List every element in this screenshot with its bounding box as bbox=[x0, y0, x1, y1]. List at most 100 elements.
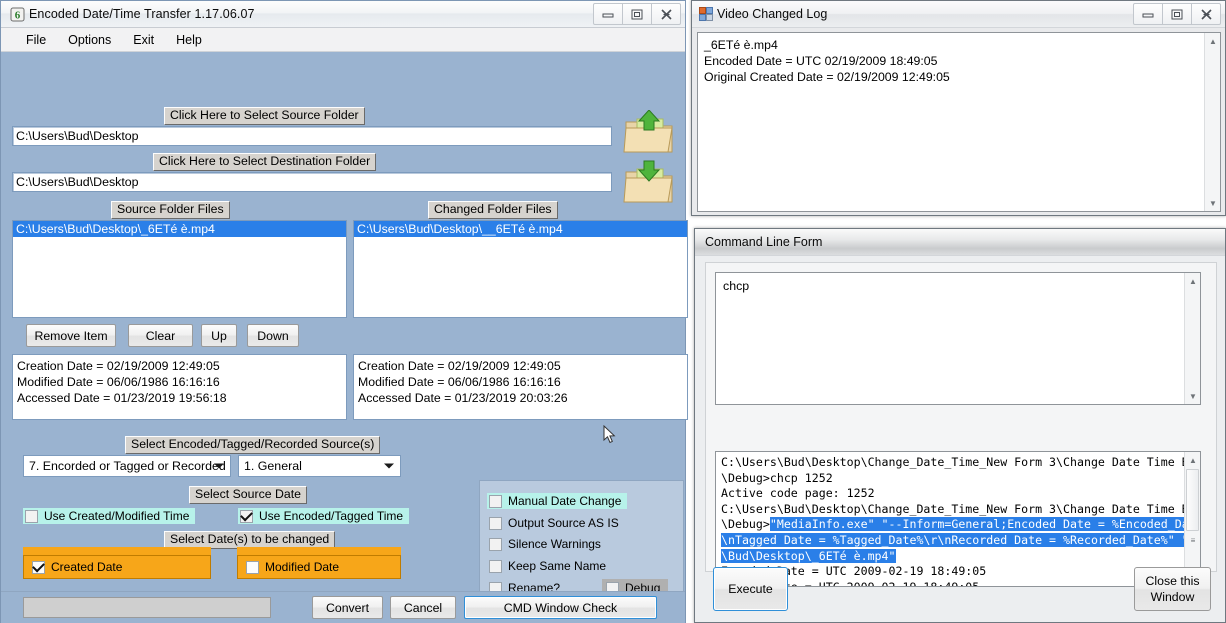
main-menubar: File Options Exit Help bbox=[1, 28, 685, 52]
main-body: Click Here to Select Source Folder C:\Us… bbox=[1, 52, 688, 623]
output-source-as-is-checkbox[interactable]: Output Source AS IS bbox=[487, 515, 625, 531]
main-titlebar[interactable]: 6 Encoded Date/Time Transfer 1.17.06.07 bbox=[1, 1, 685, 28]
command-input-value: chcp bbox=[723, 279, 750, 293]
console-line: C:\Users\Bud\Desktop\Change_Date_Time_Ne… bbox=[721, 455, 1201, 469]
select-destination-folder-button[interactable]: Click Here to Select Destination Folder bbox=[153, 153, 377, 171]
keep-same-name-label: Keep Same Name bbox=[508, 559, 607, 573]
close-this-window-button[interactable]: Close this Window bbox=[1134, 567, 1211, 611]
console-output-textarea[interactable]: C:\Users\Bud\Desktop\Change_Date_Time_Ne… bbox=[715, 451, 1201, 587]
close-button-line2: Window bbox=[1150, 590, 1195, 604]
changed-modified-date: Modified Date = 06/06/1986 16:16:16 bbox=[358, 375, 561, 389]
command-input-textarea[interactable]: chcp ▲ ▼ bbox=[715, 272, 1201, 405]
log-line: Encoded Date = UTC 02/19/2009 18:49:05 bbox=[704, 54, 938, 68]
menu-help[interactable]: Help bbox=[165, 32, 213, 48]
checkbox-icon[interactable] bbox=[489, 516, 502, 530]
checkbox-icon[interactable] bbox=[32, 560, 45, 574]
output-source-as-is-label: Output Source AS IS bbox=[508, 516, 619, 530]
keep-same-name-checkbox[interactable]: Keep Same Name bbox=[487, 558, 612, 574]
maximize-icon[interactable] bbox=[622, 3, 652, 25]
up-button[interactable]: Up bbox=[201, 324, 237, 347]
scroll-up-icon[interactable]: ▲ bbox=[1185, 273, 1200, 289]
checkbox-icon[interactable] bbox=[489, 559, 502, 573]
scroll-down-icon[interactable]: ▼ bbox=[1185, 388, 1200, 404]
command-window-title: Command Line Form bbox=[705, 235, 823, 249]
select-source-folder-button[interactable]: Click Here to Select Source Folder bbox=[164, 107, 365, 125]
destination-folder-down-icon[interactable] bbox=[623, 160, 675, 209]
close-icon[interactable] bbox=[1191, 3, 1221, 25]
list-item[interactable]: C:\Users\Bud\Desktop\__6ETé è.mp4 bbox=[354, 221, 687, 237]
scroll-up-icon[interactable]: ▲ bbox=[1205, 33, 1220, 49]
log-textarea[interactable]: _6ETé è.mp4 Encoded Date = UTC 02/19/200… bbox=[697, 32, 1221, 212]
minimize-icon[interactable] bbox=[593, 3, 623, 25]
use-created-modified-time-label: Use Created/Modified Time bbox=[44, 509, 190, 523]
source-folder-path-input[interactable]: C:\Users\Bud\Desktop bbox=[12, 126, 612, 146]
select-source-date-label[interactable]: Select Source Date bbox=[189, 486, 307, 504]
checkbox-icon[interactable] bbox=[489, 537, 502, 551]
console-vertical-scrollbar[interactable]: ▲ ≡ ▼ bbox=[1184, 452, 1200, 586]
minimize-icon[interactable] bbox=[1133, 3, 1163, 25]
console-line-selected: \Bud\Desktop\_6ETé è.mp4" bbox=[721, 548, 896, 563]
menu-options[interactable]: Options bbox=[57, 32, 122, 48]
source-folder-up-icon[interactable] bbox=[623, 109, 675, 159]
created-date-label: Created Date bbox=[51, 560, 123, 574]
log-window-controls bbox=[1133, 3, 1221, 25]
chevron-down-icon bbox=[214, 463, 224, 469]
console-line: C:\Users\Bud\Desktop\Change_Date_Time_Ne… bbox=[721, 501, 1201, 516]
list-item[interactable]: C:\Users\Bud\Desktop\_6ETé è.mp4 bbox=[13, 221, 346, 237]
maximize-icon[interactable] bbox=[1162, 3, 1192, 25]
use-created-modified-time-checkbox[interactable]: Use Created/Modified Time bbox=[23, 508, 196, 524]
cmd-window-check-button[interactable]: CMD Window Check bbox=[464, 596, 657, 619]
console-line-prefix: \Debug> bbox=[721, 517, 770, 532]
close-icon[interactable] bbox=[651, 3, 681, 25]
command-titlebar[interactable]: Command Line Form bbox=[695, 229, 1225, 256]
scroll-down-icon[interactable]: ▼ bbox=[1205, 195, 1220, 211]
log-vertical-scrollbar[interactable]: ▲ ▼ bbox=[1204, 33, 1220, 211]
log-window-title: Video Changed Log bbox=[717, 7, 828, 21]
use-encoded-tagged-time-checkbox[interactable]: Use Encoded/Tagged Time bbox=[238, 508, 410, 524]
manual-date-change-label: Manual Date Change bbox=[508, 494, 622, 508]
cancel-button[interactable]: Cancel bbox=[390, 596, 456, 619]
scroll-up-icon[interactable]: ▲ bbox=[1185, 452, 1200, 468]
source-files-listbox[interactable]: C:\Users\Bud\Desktop\_6ETé è.mp4 bbox=[12, 220, 347, 318]
convert-button[interactable]: Convert bbox=[312, 596, 383, 619]
checkbox-icon[interactable] bbox=[246, 560, 259, 574]
menu-file[interactable]: File bbox=[15, 32, 57, 48]
execute-button[interactable]: Execute bbox=[713, 567, 788, 611]
checkbox-icon[interactable] bbox=[489, 494, 502, 508]
log-line: Original Created Date = 02/19/2009 12:49… bbox=[704, 70, 950, 84]
encoded-source-dropdown[interactable]: 7. Encorded or Tagged or Recorded bbox=[23, 455, 231, 477]
select-sources-label[interactable]: Select Encoded/Tagged/Recorded Source(s) bbox=[125, 436, 381, 454]
main-window: 6 Encoded Date/Time Transfer 1.17.06.07 bbox=[0, 0, 688, 623]
silence-warnings-checkbox[interactable]: Silence Warnings bbox=[487, 536, 607, 552]
scrollbar-thumb[interactable] bbox=[1186, 469, 1199, 531]
clear-button[interactable]: Clear bbox=[128, 324, 193, 347]
changed-accessed-date: Accessed Date = 01/23/2019 20:03:26 bbox=[358, 391, 568, 405]
command-panel: chcp ▲ ▼ C:\Users\Bud\Desktop\Change_Dat… bbox=[705, 262, 1217, 587]
general-dropdown[interactable]: 1. General bbox=[238, 455, 401, 477]
bottom-toolbar: Convert Cancel CMD Window Check bbox=[1, 591, 685, 623]
modified-date-checkbox[interactable]: Modified Date bbox=[237, 555, 401, 579]
progress-bar bbox=[23, 597, 271, 618]
checkbox-icon[interactable] bbox=[25, 509, 38, 523]
down-button[interactable]: Down bbox=[247, 324, 299, 347]
log-titlebar[interactable]: Video Changed Log bbox=[692, 1, 1225, 28]
console-line: \Debug>"MediaInfo.exe" "--Inform=General… bbox=[721, 517, 1200, 533]
manual-date-change-checkbox[interactable]: Manual Date Change bbox=[487, 493, 628, 509]
svg-text:6: 6 bbox=[14, 9, 20, 21]
created-date-checkbox[interactable]: Created Date bbox=[23, 555, 211, 579]
command-input-scrollbar[interactable]: ▲ ▼ bbox=[1184, 273, 1200, 404]
destination-folder-path-input[interactable]: C:\Users\Bud\Desktop bbox=[12, 172, 612, 192]
checkbox-icon[interactable] bbox=[240, 509, 253, 523]
changed-folder-files-label[interactable]: Changed Folder Files bbox=[428, 201, 558, 219]
source-modified-date: Modified Date = 06/06/1986 16:16:16 bbox=[17, 375, 220, 389]
chevron-down-icon bbox=[384, 463, 394, 469]
close-button-line1: Close this bbox=[1145, 574, 1200, 588]
console-line: \nTagged Date = %Tagged_Date%\r\nRecorde… bbox=[721, 532, 1200, 549]
mouse-cursor bbox=[603, 424, 616, 447]
changed-files-listbox[interactable]: C:\Users\Bud\Desktop\__6ETé è.mp4 bbox=[353, 220, 688, 318]
source-folder-files-label[interactable]: Source Folder Files bbox=[111, 201, 230, 219]
command-line-form-window: Command Line Form chcp ▲ ▼ C:\Users\Bud\… bbox=[694, 228, 1226, 623]
menu-exit[interactable]: Exit bbox=[122, 32, 165, 48]
remove-item-button[interactable]: Remove Item bbox=[26, 324, 116, 347]
options-panel: Manual Date Change Output Source AS IS S… bbox=[479, 480, 684, 606]
